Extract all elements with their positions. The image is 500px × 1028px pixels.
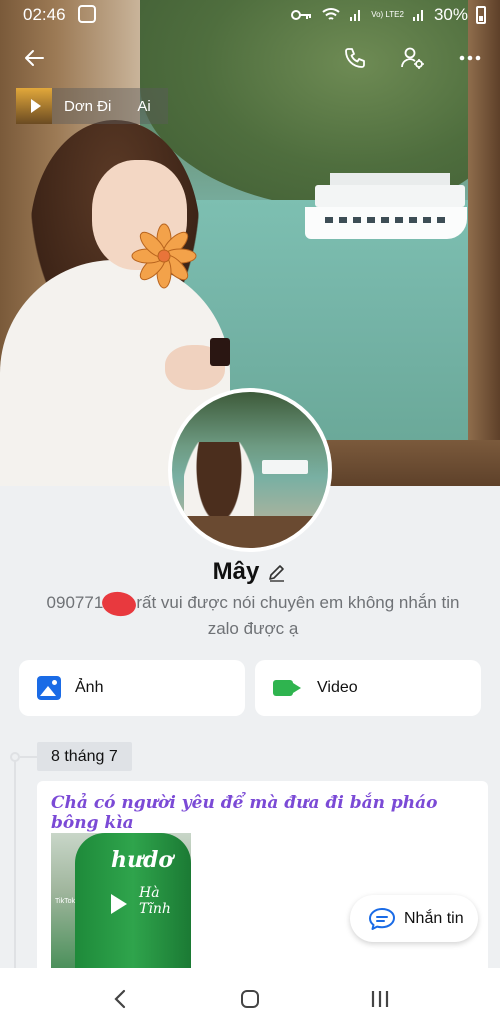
video-camera-icon: [273, 680, 301, 696]
bio-line1: rất vui được nói chuyên em không nhắn ti…: [136, 593, 460, 612]
profile-screen: 02:46 Vo) LTE2 30% Dơn Đi Ai Mây 0907713…: [0, 0, 500, 1028]
send-message-button[interactable]: Nhắn tin: [350, 895, 478, 942]
home-square-icon: [241, 990, 259, 1008]
phone-icon: [345, 48, 365, 68]
network-label: Vo) LTE2: [371, 10, 404, 19]
play-icon: [30, 99, 41, 113]
cover-cup: [210, 338, 230, 366]
photos-label: Ảnh: [75, 679, 104, 696]
battery-icon: [476, 6, 486, 24]
back-button[interactable]: [16, 40, 52, 76]
chevron-left-icon: [114, 989, 126, 1009]
android-nav-bar: [0, 968, 500, 1028]
music-thumbnail: [16, 88, 52, 124]
videos-label: Video: [317, 679, 358, 696]
profile-bio: 090771391 rất vui được nói chuyên em khô…: [18, 590, 488, 642]
photos-tile[interactable]: Ảnh: [19, 660, 245, 716]
profile-name: Mây: [212, 558, 260, 585]
play-icon: [111, 894, 127, 914]
signal-icon: [350, 10, 361, 21]
notification-icon: [78, 5, 96, 23]
thumb-brand-text: hưdơ: [111, 847, 174, 873]
timeline-date: 8 tháng 7: [37, 742, 132, 771]
timeline-dot: [10, 752, 20, 762]
image-icon: [37, 676, 61, 700]
tiktok-watermark: TikTok: [55, 898, 75, 905]
more-dots-icon: [459, 55, 481, 61]
nav-home-button[interactable]: [235, 984, 265, 1014]
user-settings-icon: [401, 47, 424, 69]
more-button[interactable]: [452, 40, 488, 76]
post-caption: Chả có người yêu để mà đưa đi bắn pháo b…: [51, 793, 438, 833]
chat-bubble-icon: [369, 907, 395, 930]
signal-icon-2: [412, 10, 423, 21]
battery-percent: 30%: [433, 5, 468, 24]
name-row: Mây: [0, 558, 500, 586]
recents-icon: [371, 991, 389, 1007]
nav-recents-button[interactable]: [365, 984, 395, 1014]
videos-tile[interactable]: Video: [255, 660, 481, 716]
music-artist: Ai: [137, 97, 151, 115]
status-bar: 02:46 Vo) LTE2 30%: [0, 0, 500, 30]
arrow-left-icon: [25, 50, 44, 66]
send-message-label: Nhắn tin: [404, 909, 464, 927]
timeline-line: [14, 756, 16, 976]
top-action-bar: [0, 40, 500, 80]
bio-line2: zalo được ạ: [207, 619, 299, 638]
music-title: Dơn Đi: [64, 97, 112, 115]
cover-boat: [305, 165, 467, 245]
call-button[interactable]: [337, 40, 373, 76]
post-video-thumbnail[interactable]: hưdơ Hà Tĩnh TikTok: [51, 833, 191, 981]
timeline-post[interactable]: Chả có người yêu để mà đưa đi bắn pháo b…: [37, 781, 488, 981]
profile-settings-button[interactable]: [395, 40, 431, 76]
flower-sticker: [131, 223, 197, 289]
profile-music-chip[interactable]: Dơn Đi Ai: [16, 88, 168, 124]
nav-back-button[interactable]: [105, 984, 135, 1014]
status-time: 02:46: [23, 5, 66, 24]
key-icon: [291, 10, 312, 20]
pencil-icon[interactable]: [267, 562, 287, 582]
wifi-icon: [322, 8, 340, 20]
thumb-location-text: Hà Tĩnh: [139, 885, 171, 917]
avatar[interactable]: [168, 388, 332, 552]
